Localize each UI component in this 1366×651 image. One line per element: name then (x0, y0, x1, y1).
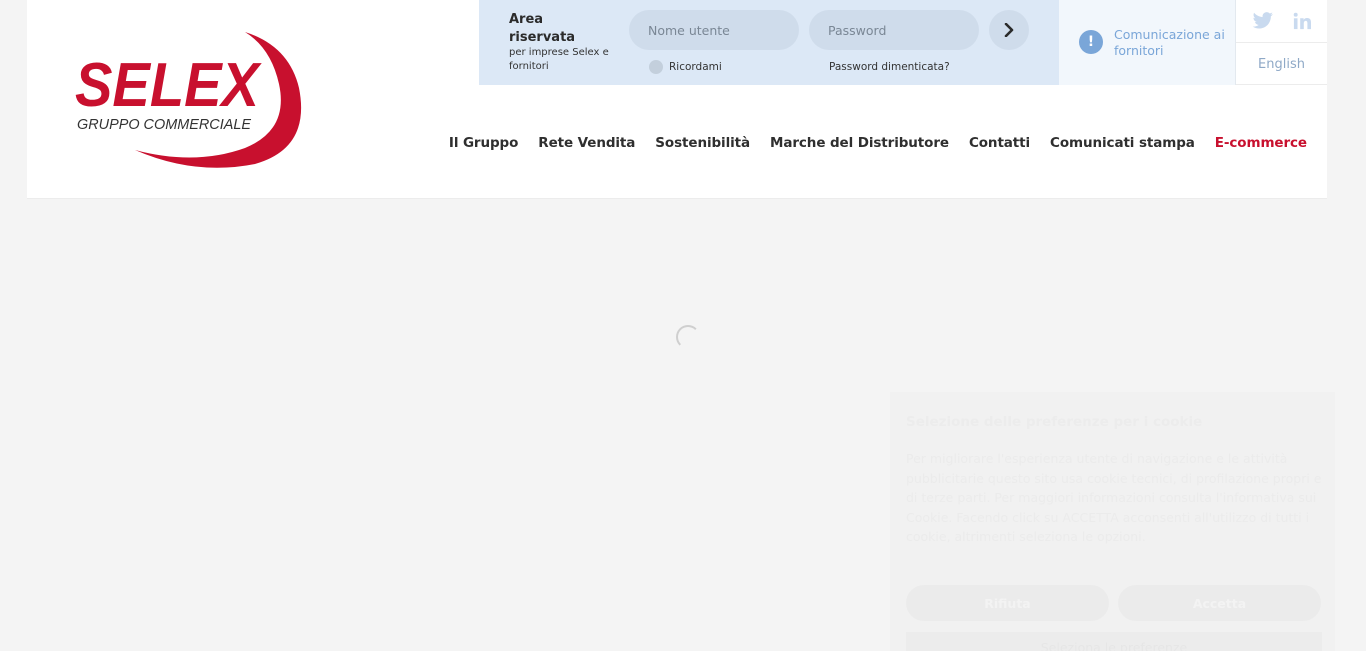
logo-brand: SELEX (75, 51, 262, 120)
nav-item-contatti[interactable]: Contatti (969, 135, 1030, 151)
supplier-communication-link[interactable]: ! Comunicazione ai fornitori (1059, 0, 1236, 85)
username-input[interactable] (629, 10, 799, 50)
cookie-title: Selezione delle preferenze per i cookie (906, 414, 1203, 430)
nav-item-e-commerce[interactable]: E-commerce (1215, 135, 1307, 151)
selex-logo[interactable]: SELEX GRUPPO COMMERCIALE (75, 26, 303, 174)
remember-me-checkbox[interactable]: Ricordami (649, 60, 722, 74)
checkbox-circle-icon (649, 60, 663, 74)
nav-item-rete-vendita[interactable]: Rete Vendita (538, 135, 635, 151)
password-input[interactable] (809, 10, 979, 50)
cookie-text: Per migliorare l'esperienza utente di na… (906, 451, 1322, 544)
cookie-reject-button[interactable]: Rifiuta (906, 585, 1109, 621)
nav-item-marche-del-distributore[interactable]: Marche del Distributore (770, 135, 949, 151)
exclamation-icon: ! (1079, 30, 1103, 54)
supplier-communication-label: Comunicazione ai fornitori (1114, 27, 1225, 58)
main-navigation: Il Gruppo Rete Vendita Sostenibilità Mar… (429, 135, 1307, 151)
login-panel: Area riservata per imprese Selex e forni… (479, 0, 1059, 85)
nav-item-il-gruppo[interactable]: Il Gruppo (449, 135, 519, 151)
login-subtitle: per imprese Selex e fornitori (509, 47, 609, 72)
site-header: SELEX GRUPPO COMMERCIALE Area riservata … (27, 0, 1327, 199)
social-links (1236, 0, 1327, 43)
twitter-icon[interactable] (1252, 12, 1274, 30)
login-title: Area riservata (509, 12, 576, 45)
forgot-password-link[interactable]: Password dimenticata? (829, 61, 950, 73)
nav-item-sostenibilita[interactable]: Sostenibilità (655, 135, 750, 151)
logo-tagline: GRUPPO COMMERCIALE (77, 117, 251, 133)
cookie-consent-dialog: Selezione delle preferenze per i cookie … (890, 392, 1335, 651)
login-submit-button[interactable] (989, 10, 1029, 50)
linkedin-icon[interactable] (1293, 12, 1312, 30)
remember-me-label: Ricordami (669, 61, 722, 73)
loading-spinner (676, 325, 700, 349)
nav-item-comunicati-stampa[interactable]: Comunicati stampa (1050, 135, 1195, 151)
language-switch-link[interactable]: English (1236, 44, 1327, 85)
cookie-accept-button[interactable]: Accetta (1118, 585, 1321, 621)
cookie-customize-button[interactable]: Seleziona le preferenze (906, 632, 1322, 651)
chevron-right-icon (1004, 23, 1014, 37)
